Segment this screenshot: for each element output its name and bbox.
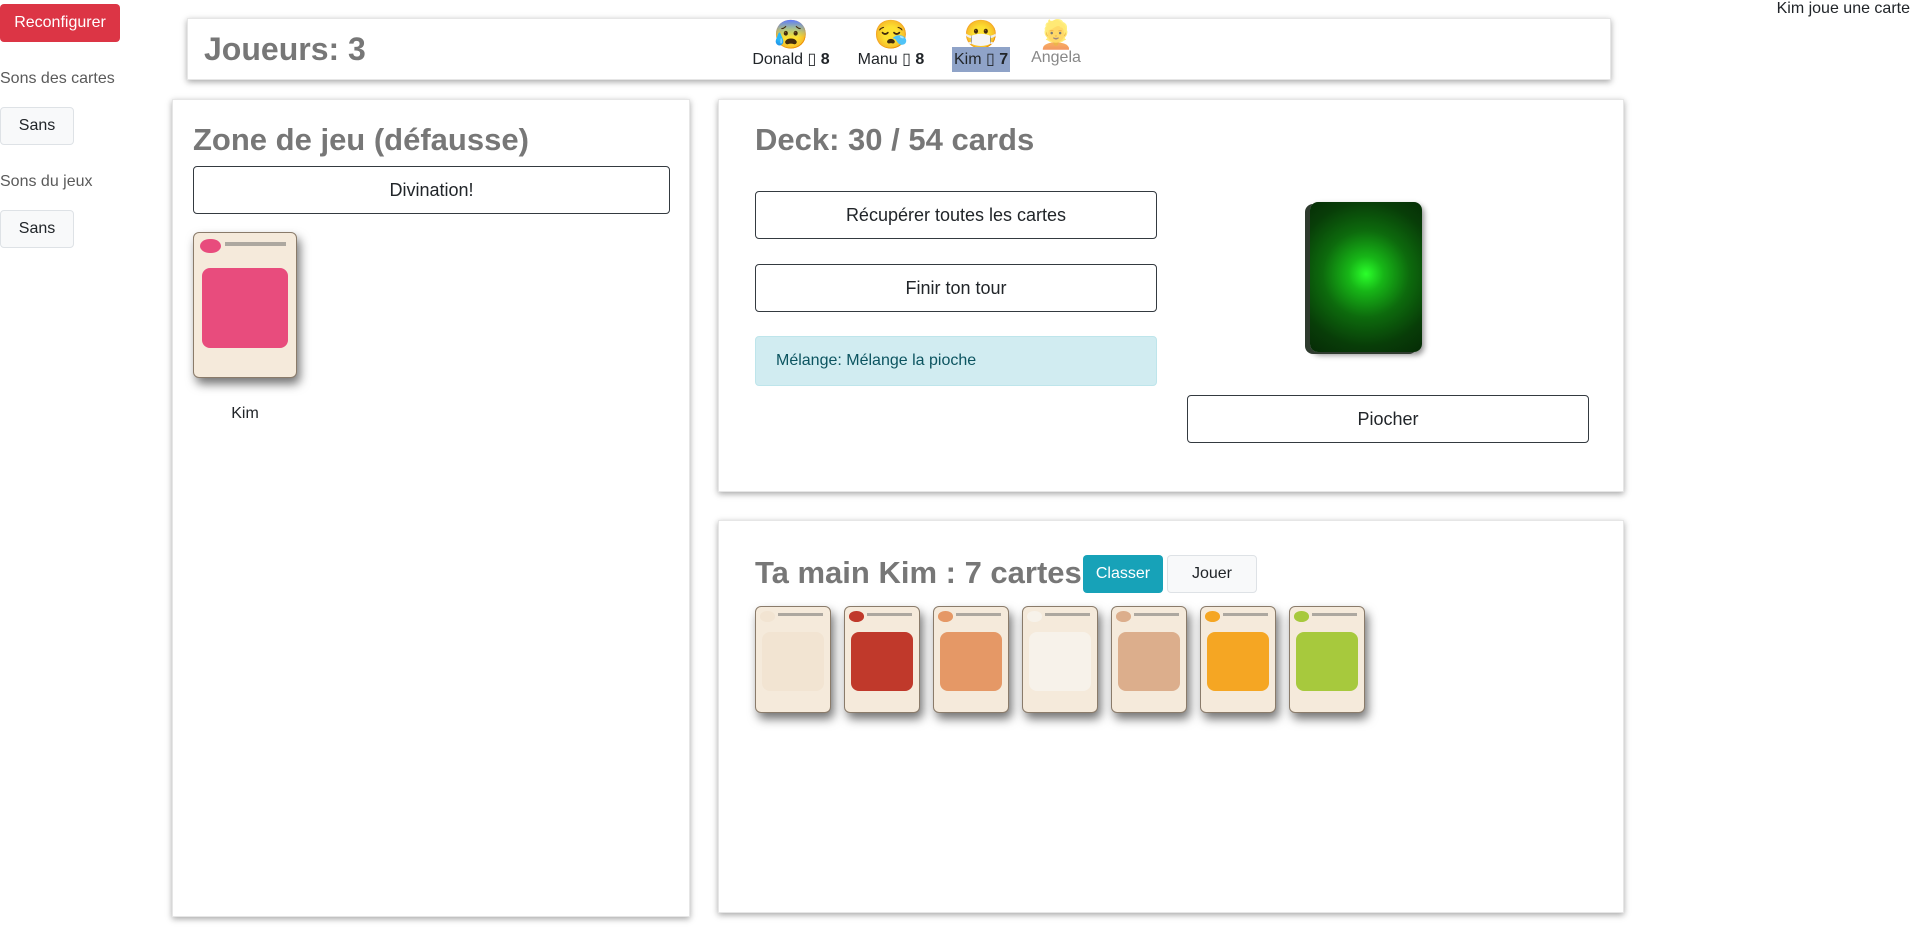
game-sounds-label: Sons du jeux — [0, 173, 93, 190]
player-card-count: 8 — [820, 51, 830, 68]
players-title: Joueurs: 3 — [204, 31, 366, 67]
card-count-icon: ▯ — [902, 51, 911, 68]
play-card-button[interactable]: Jouer — [1167, 555, 1257, 593]
card-count-icon: ▯ — [986, 51, 995, 68]
player-name: Manu — [857, 51, 898, 68]
anxious-face-icon: 😰 — [773, 19, 809, 50]
skip-card[interactable] — [1289, 606, 1365, 713]
sort-hand-button[interactable]: Classer — [1083, 555, 1163, 593]
hand-title: Ta main Kim : 7 cartes — [755, 555, 1082, 590]
game-sounds-toggle[interactable]: Sans — [0, 210, 74, 248]
card-sounds-toggle[interactable]: Sans — [0, 107, 74, 145]
player-name: Donald — [752, 51, 804, 68]
rainbow-cat-card[interactable] — [1022, 606, 1098, 713]
player-name: Angela — [1031, 49, 1081, 66]
hand-panel: Ta main Kim : 7 cartes Classer Jouer — [718, 520, 1624, 913]
divination-button[interactable]: Divination! — [193, 166, 670, 214]
draw-card-button[interactable]: Piocher — [1187, 395, 1589, 443]
player-donald[interactable]: 😰 Donald ▯ 8 — [748, 19, 834, 75]
player-angela[interactable]: 👱 Angela — [1028, 19, 1084, 75]
end-turn-button[interactable]: Finir ton tour — [755, 264, 1157, 312]
attack-card[interactable] — [1200, 606, 1276, 713]
bat-card[interactable] — [933, 606, 1009, 713]
nope-card[interactable] — [844, 606, 920, 713]
player-name: Kim — [954, 51, 982, 68]
player-card-count: 7 — [999, 51, 1009, 68]
play-zone-panel: Zone de jeu (défausse) Divination! Kim — [172, 99, 690, 917]
sleepy-face-icon: 😪 — [873, 19, 909, 50]
recover-all-cards-button[interactable]: Récupérer toutes les cartes — [755, 191, 1157, 239]
deck-panel: Deck: 30 / 54 cards Récupérer toutes les… — [718, 99, 1624, 492]
card-count-icon: ▯ — [807, 51, 817, 68]
draw-pile[interactable] — [1310, 202, 1422, 352]
discard-card[interactable] — [193, 232, 297, 378]
reconfigure-button[interactable]: Reconfigurer — [0, 4, 120, 42]
status-message: Kim joue une carte — [1776, 0, 1910, 17]
player-manu[interactable]: 😪 Manu ▯ 8 — [853, 19, 929, 75]
tacocat-card[interactable] — [1111, 606, 1187, 713]
card-sounds-label: Sons des cartes — [0, 70, 115, 87]
player-card-count: 8 — [915, 51, 925, 68]
play-zone-title: Zone de jeu (défausse) — [193, 122, 529, 157]
player-kim[interactable]: 😷 Kim ▯ 7 — [952, 19, 1011, 75]
deck-title: Deck: 30 / 54 cards — [755, 122, 1035, 157]
discard-player-label: Kim — [231, 405, 259, 422]
person-icon: 👱 — [1038, 19, 1074, 50]
shuffle-info-alert: Mélange: Mélange la pioche — [755, 336, 1157, 386]
players-header: Joueurs: 3 😰 Donald ▯ 8 😪 Manu ▯ 8 😷 Kim… — [187, 18, 1611, 80]
mask-face-icon: 😷 — [963, 19, 999, 50]
bearded-cat-card[interactable] — [755, 606, 831, 713]
